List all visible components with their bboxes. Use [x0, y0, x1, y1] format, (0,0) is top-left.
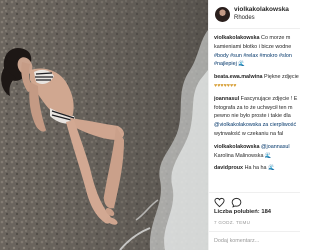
comment-text: Piękne zdjęcie [264, 74, 299, 81]
comment-item: violkakolakowska @joannasul Karolina Mal… [214, 143, 300, 161]
comment-mention[interactable]: @joannasul [261, 144, 290, 150]
post-author-username[interactable]: violkakolakowska [234, 5, 289, 14]
post-actions-bar [209, 192, 300, 208]
likes-count[interactable]: Liczba polubień: 184 [214, 209, 271, 215]
post-side-panel: violkakolakowska Rhodes violkakolakowska… [208, 0, 300, 250]
comment-username[interactable]: violkakolakowska [214, 144, 260, 150]
comment-text: ♥♥♥♥♥♥♥ [214, 82, 237, 89]
comment-username[interactable]: joannasul [214, 96, 239, 102]
comment-text: Karolina Malinowska 🌊 [214, 152, 272, 159]
comment-text: Co morze m [261, 35, 291, 41]
comment-text: pewno nie było proste i takie dla [214, 113, 291, 120]
heart-icon[interactable] [214, 195, 225, 208]
beach-photo-image [0, 0, 208, 250]
add-comment-input[interactable]: Dodaj komentarz... [209, 231, 300, 250]
comment-hashtags[interactable]: #body #sun #relax #mokro #slon [214, 52, 300, 61]
comment-text: kamieniami błotko i bicze wodne [214, 43, 292, 50]
post-photo[interactable] [0, 0, 208, 250]
comment-text: fotografa za to że uchwycił ten m [214, 104, 293, 111]
avatar[interactable] [215, 6, 230, 22]
comment-username[interactable]: beata.ewa.malwina [214, 74, 263, 80]
post-timestamp: 7 GODZ. TEMU [214, 220, 251, 225]
comment-text: Fascynujące zdjęcie ! E [240, 95, 298, 102]
comment-item: violkakolakowska Co morze m kamieniami b… [214, 34, 300, 69]
comment-icon[interactable] [231, 195, 242, 208]
comment-text: wytrwałość w czekaniu na fal [214, 130, 284, 137]
comment-username[interactable]: davidproux [214, 165, 243, 171]
comment-hashtags[interactable]: #najlepiej 🌊 [214, 60, 300, 69]
comment-item: joannasul Fascynujące zdjęcie ! E fotogr… [214, 95, 300, 139]
comment-mention[interactable]: @violkakolakowska za cierpliwość [214, 121, 300, 130]
post-location[interactable]: Rhodes [234, 14, 289, 23]
comment-text: Ha ha ha 🌊 [244, 165, 275, 172]
comment-username[interactable]: violkakolakowska [214, 35, 260, 41]
comment-item: davidproux Ha ha ha 🌊 [214, 164, 300, 173]
post-header: violkakolakowska Rhodes [209, 0, 300, 29]
comments-list[interactable]: violkakolakowska Co morze m kamieniami b… [209, 31, 300, 189]
comment-item: beata.ewa.malwina Piękne zdjęcie ♥♥♥♥♥♥♥ [214, 73, 300, 91]
